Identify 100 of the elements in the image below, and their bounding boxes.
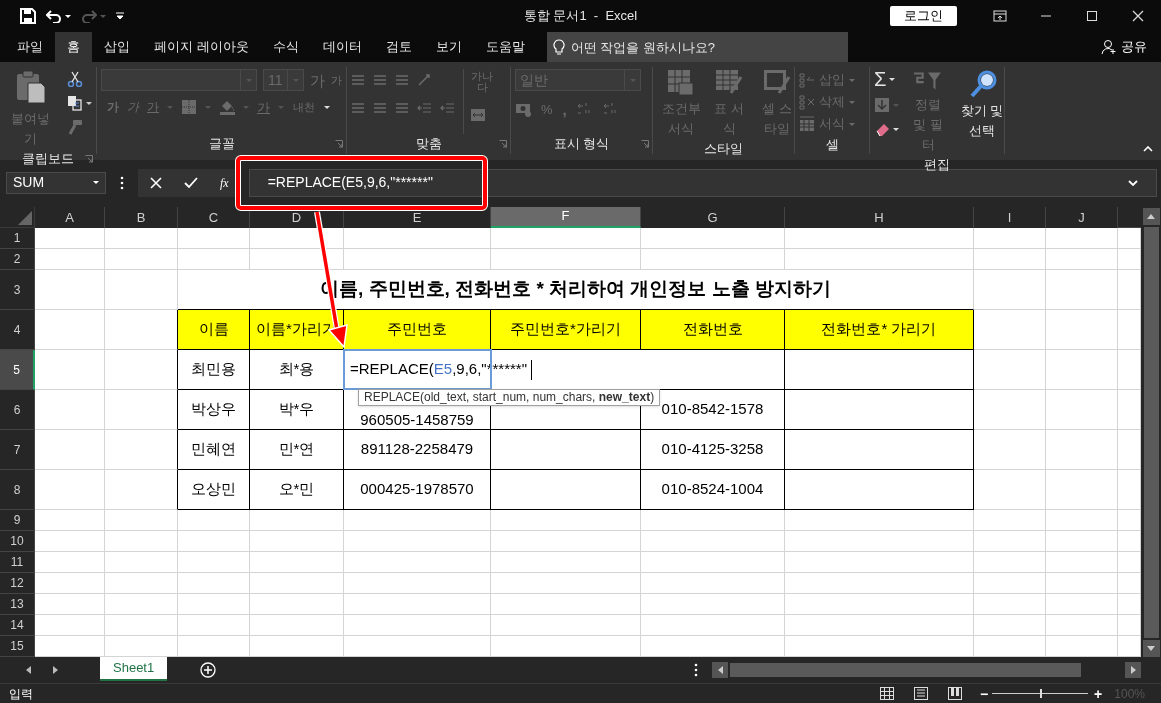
caret-icon[interactable] bbox=[893, 127, 899, 131]
insert-function-button[interactable]: fx bbox=[220, 173, 229, 192]
scroll-right-button[interactable] bbox=[1125, 662, 1141, 678]
group-label: 표시 형식 bbox=[553, 135, 610, 154]
redo-icon[interactable] bbox=[81, 9, 97, 23]
row-header[interactable]: 13 bbox=[0, 594, 35, 615]
column-header[interactable]: B bbox=[105, 207, 178, 228]
copy-icon[interactable] bbox=[67, 95, 83, 111]
select-all-icon[interactable] bbox=[18, 211, 32, 225]
scissors-icon[interactable] bbox=[67, 71, 83, 87]
table-cell: 박*우 bbox=[250, 390, 344, 430]
more-icon[interactable] bbox=[694, 663, 698, 677]
lightbulb-icon bbox=[552, 39, 565, 55]
ribbon-tab[interactable]: 보기 bbox=[423, 32, 474, 62]
column-header[interactable]: G bbox=[641, 207, 785, 228]
row-header[interactable]: 3 bbox=[0, 270, 35, 310]
sheet-tab[interactable]: Sheet1 bbox=[100, 657, 168, 681]
ribbon-tab[interactable]: 도움말 bbox=[473, 32, 537, 62]
scroll-up-button[interactable] bbox=[1142, 208, 1160, 225]
row-header[interactable]: 9 bbox=[0, 510, 35, 531]
ribbon-tab[interactable]: 페이지 레이아웃 bbox=[142, 32, 261, 62]
dialog-launcher-icon[interactable] bbox=[85, 154, 93, 163]
grid-cell[interactable] bbox=[105, 470, 178, 510]
customize-icon[interactable] bbox=[116, 12, 124, 20]
caret-icon[interactable] bbox=[65, 14, 71, 18]
row-header[interactable]: 4 bbox=[0, 310, 35, 350]
login-button[interactable]: 로그인 bbox=[890, 6, 957, 26]
page-break-icon[interactable] bbox=[947, 687, 962, 700]
grid-cell[interactable] bbox=[105, 430, 178, 470]
function-tooltip: REPLACE(old_text, start_num, num_chars, new_text) bbox=[358, 389, 661, 406]
name-box[interactable]: SUM bbox=[6, 171, 106, 194]
status-mode: 입력 bbox=[9, 685, 33, 703]
row-header[interactable]: 11 bbox=[0, 552, 35, 573]
caret-icon[interactable] bbox=[93, 181, 99, 184]
caret-icon[interactable] bbox=[889, 77, 896, 81]
row-header[interactable]: 6 bbox=[0, 390, 35, 430]
ribbon-tab[interactable]: 파일 bbox=[5, 32, 55, 62]
ribbon-button[interactable]: 찾기 및 선택 bbox=[957, 69, 1007, 155]
table-header-cell: 주민번호 bbox=[344, 310, 491, 350]
scroll-thumb[interactable] bbox=[730, 663, 1081, 677]
dialog-launcher-icon[interactable] bbox=[641, 140, 649, 148]
save-icon[interactable] bbox=[20, 8, 36, 24]
slider-thumb[interactable] bbox=[1040, 689, 1043, 698]
more-icon[interactable] bbox=[120, 175, 124, 190]
maximize-icon[interactable] bbox=[1085, 9, 1099, 23]
eraser-icon[interactable] bbox=[874, 121, 890, 137]
caret-icon[interactable] bbox=[324, 105, 330, 109]
row-header[interactable]: 14 bbox=[0, 615, 35, 636]
ribbon-tab[interactable]: 검토 bbox=[373, 32, 424, 62]
row-header[interactable]: 12 bbox=[0, 573, 35, 594]
scroll-left-button[interactable] bbox=[712, 662, 728, 678]
tell-me-field[interactable]: 어떤 작업을 원하시나요? bbox=[546, 32, 848, 62]
column-header[interactable]: C bbox=[178, 207, 250, 228]
ribbon-tab[interactable]: 수식 bbox=[260, 32, 311, 62]
expand-icon[interactable] bbox=[1128, 179, 1138, 186]
ribbon-tab[interactable]: 홈 bbox=[55, 32, 92, 62]
next-sheet-icon[interactable] bbox=[53, 666, 58, 674]
add-sheet-icon[interactable] bbox=[200, 662, 217, 678]
previous-sheet-icon[interactable] bbox=[26, 666, 31, 674]
zoom-out-button[interactable]: − bbox=[979, 686, 989, 701]
row-header[interactable]: 15 bbox=[0, 636, 35, 657]
column-header[interactable]: A bbox=[35, 207, 105, 228]
table-cell: 민*연 bbox=[250, 430, 344, 470]
row-header[interactable]: 7 bbox=[0, 430, 35, 470]
caret-icon[interactable] bbox=[86, 101, 92, 105]
dialog-launcher-icon[interactable] bbox=[499, 140, 507, 148]
row-header[interactable]: 1 bbox=[0, 228, 35, 249]
table-header-cell: 전화번호 bbox=[641, 310, 785, 350]
person-add-icon[interactable] bbox=[1101, 39, 1117, 55]
column-header[interactable]: I bbox=[974, 207, 1046, 228]
autosum-button[interactable]: Σ bbox=[874, 69, 887, 89]
ribbon-tab[interactable]: 삽입 bbox=[92, 32, 142, 62]
scroll-thumb[interactable] bbox=[1143, 227, 1159, 638]
column-header[interactable]: H bbox=[785, 207, 974, 228]
column-header[interactable]: F bbox=[491, 207, 641, 228]
collapse-icon[interactable] bbox=[1143, 146, 1153, 152]
grid-cell[interactable] bbox=[105, 390, 178, 430]
page-layout-icon[interactable] bbox=[913, 687, 928, 700]
zoom-in-button[interactable]: + bbox=[1094, 686, 1103, 701]
arrow-down-icon bbox=[1147, 646, 1155, 651]
row-header[interactable]: 2 bbox=[0, 249, 35, 270]
arrow-left-icon bbox=[717, 666, 723, 674]
grid-cell[interactable] bbox=[105, 350, 178, 390]
cancel-icon[interactable] bbox=[150, 176, 162, 189]
scroll-down-button[interactable] bbox=[1142, 640, 1160, 657]
row-header[interactable]: 10 bbox=[0, 531, 35, 552]
dialog-launcher-icon[interactable] bbox=[335, 140, 343, 148]
check-icon[interactable] bbox=[184, 176, 198, 189]
column-header[interactable]: J bbox=[1046, 207, 1118, 228]
row-header[interactable]: 5 bbox=[0, 350, 35, 390]
ribbon-display-icon[interactable] bbox=[993, 9, 1007, 23]
share-button[interactable]: 공유 bbox=[1121, 37, 1147, 57]
group-label: 셀 bbox=[825, 136, 839, 154]
table-cell: 민혜연 bbox=[178, 430, 250, 470]
close-icon[interactable] bbox=[1131, 9, 1145, 23]
table-cell: 010-8524-1004 bbox=[641, 470, 785, 510]
normal-view-icon[interactable] bbox=[879, 687, 894, 700]
undo-icon[interactable] bbox=[46, 9, 62, 23]
row-header[interactable]: 8 bbox=[0, 470, 35, 510]
ribbon-tab[interactable]: 데이터 bbox=[310, 32, 374, 62]
